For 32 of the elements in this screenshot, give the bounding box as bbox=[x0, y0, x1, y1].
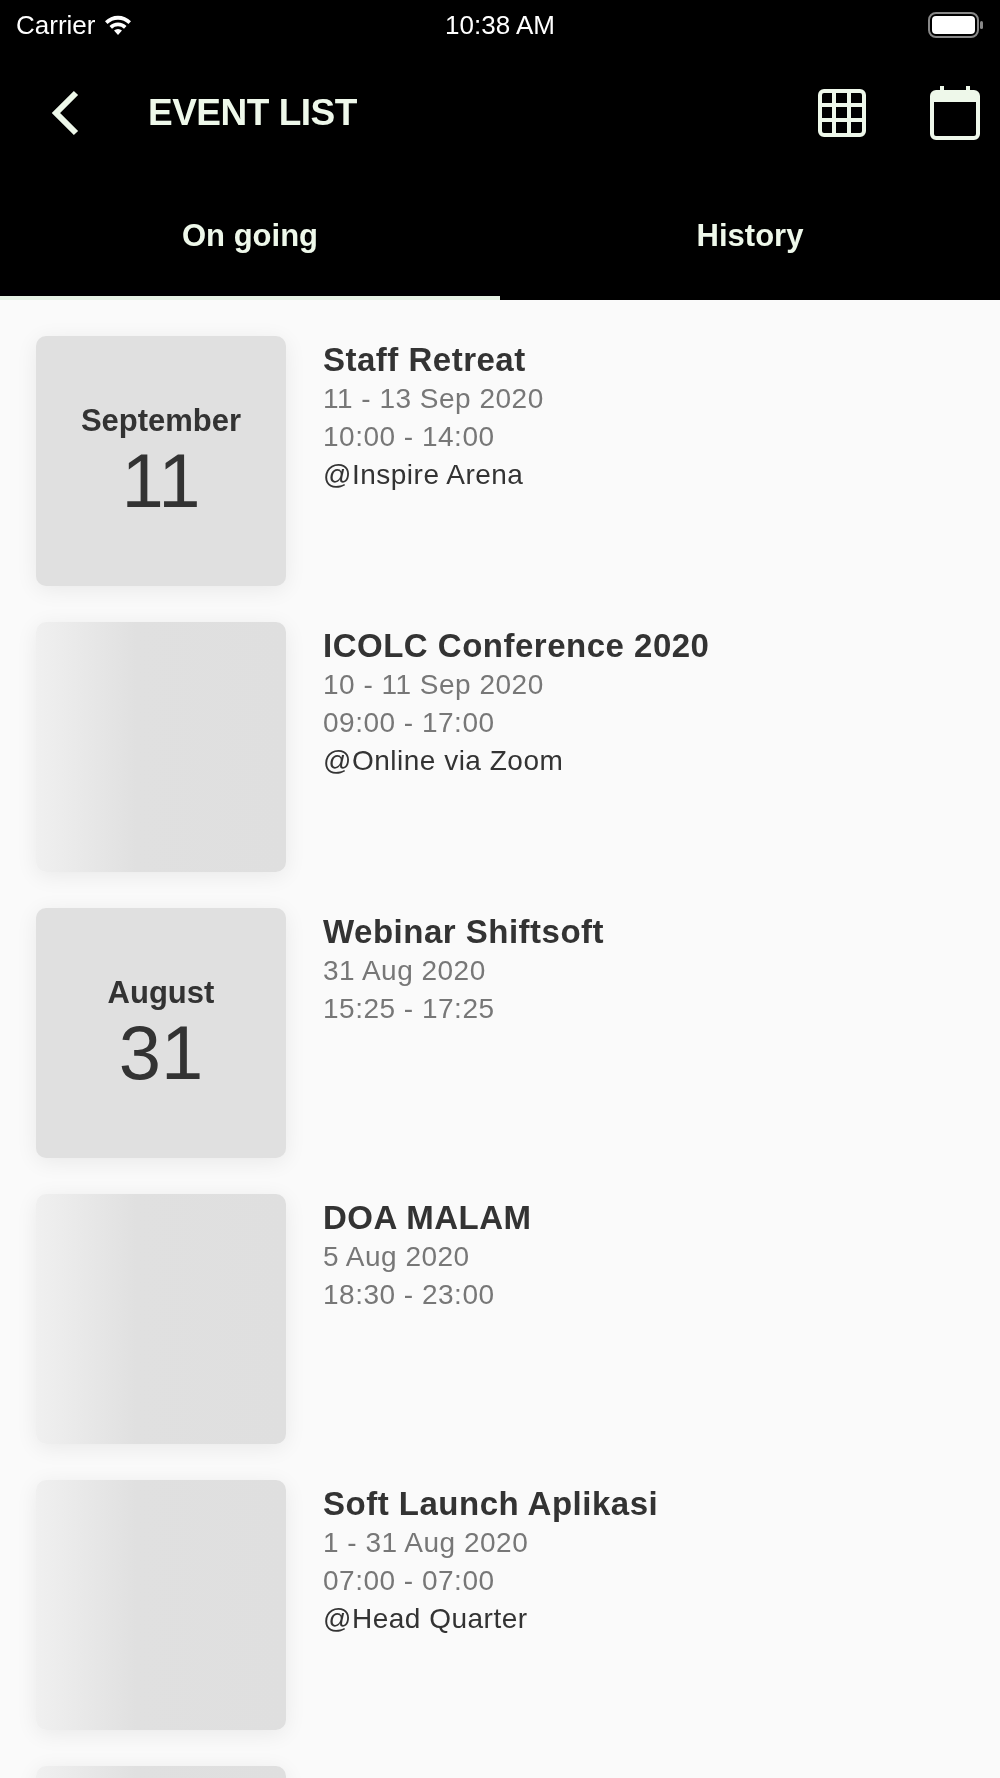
event-time: 07:00 - 07:00 bbox=[323, 1564, 495, 1598]
date-month: September bbox=[80, 403, 242, 439]
event-title: DOA MALAM bbox=[323, 1198, 532, 1238]
event-dates: 31 Aug 2020 bbox=[323, 954, 486, 988]
event-title: Webinar Shiftsoft bbox=[323, 912, 605, 952]
date-day: 31 bbox=[118, 1015, 204, 1091]
event-dates: 10 - 11 Sep 2020 bbox=[323, 668, 544, 702]
back-icon[interactable] bbox=[50, 89, 80, 136]
event-dates: 11 - 13 Sep 2020 bbox=[323, 382, 544, 416]
wifi-icon bbox=[103, 14, 134, 36]
tab[interactable]: History bbox=[500, 175, 1000, 300]
event-title: Staff Retreat bbox=[323, 340, 526, 380]
date-month: August bbox=[107, 975, 215, 1011]
date-day: 11 bbox=[121, 443, 201, 519]
page-title: EVENT LIST bbox=[148, 91, 357, 134]
battery-icon bbox=[928, 12, 984, 38]
event-time: 10:00 - 14:00 bbox=[323, 420, 495, 454]
event-dates: 5 Aug 2020 bbox=[323, 1240, 470, 1274]
event-location: @Online via Zoom bbox=[323, 744, 564, 778]
calendar-icon[interactable] bbox=[930, 85, 980, 140]
event-location: @Head Quarter bbox=[323, 1602, 528, 1636]
tab[interactable]: On going bbox=[0, 175, 500, 300]
event-time: 15:25 - 17:25 bbox=[323, 992, 495, 1026]
carrier-name: Carrier bbox=[16, 9, 96, 41]
event-title: ICOLC Conference 2020 bbox=[323, 626, 710, 666]
event-dates: 1 - 31 Aug 2020 bbox=[323, 1526, 529, 1560]
event-time: 09:00 - 17:00 bbox=[323, 706, 495, 740]
status-time: 10:38 AM bbox=[445, 9, 555, 40]
event-time: 18:30 - 23:00 bbox=[323, 1278, 495, 1312]
event-title: Soft Launch Aplikasi bbox=[323, 1484, 659, 1524]
grid-icon[interactable] bbox=[818, 88, 866, 137]
event-location: @Inspire Arena bbox=[323, 458, 524, 492]
